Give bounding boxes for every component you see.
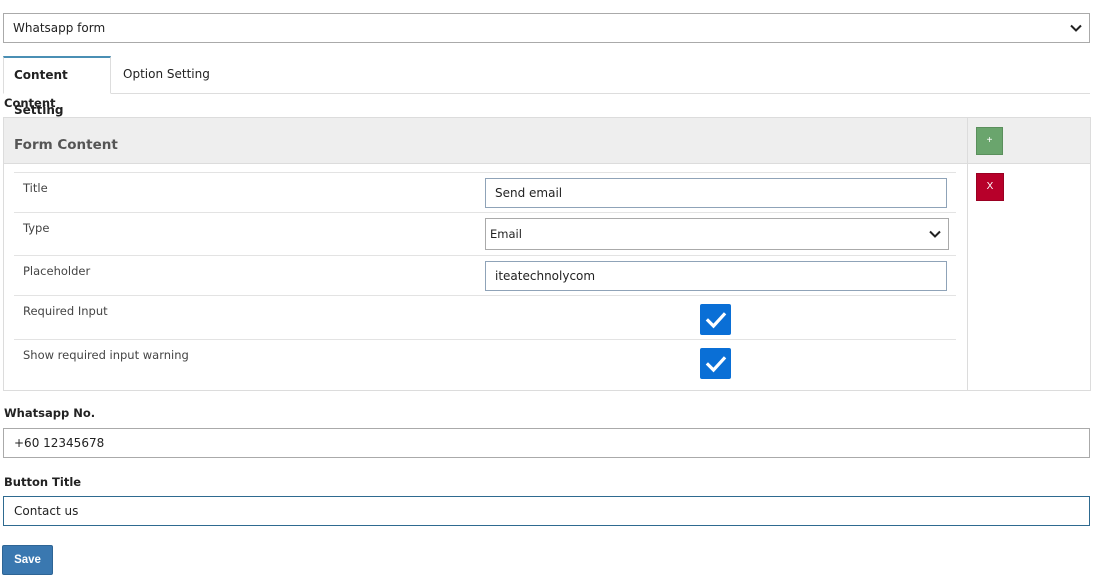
button-title-label: Button Title bbox=[4, 475, 82, 489]
form-select-value: Whatsapp form bbox=[13, 21, 106, 35]
required-input-label: Required Input bbox=[23, 304, 108, 318]
show-warning-label: Show required input warning bbox=[23, 348, 189, 362]
field-row-show-warning: Show required input warning bbox=[14, 339, 956, 383]
form-content-panel: Form Content + X Title Send email Type E… bbox=[3, 117, 1091, 391]
check-icon bbox=[705, 355, 726, 372]
show-warning-checkbox[interactable] bbox=[700, 348, 731, 379]
tab-option-setting[interactable]: Option Setting bbox=[113, 56, 220, 94]
placeholder-input[interactable]: iteatechnolycom bbox=[485, 261, 947, 291]
form-select[interactable]: Whatsapp form bbox=[3, 13, 1090, 43]
field-row-required-input: Required Input bbox=[14, 295, 956, 339]
field-row-title: Title Send email bbox=[14, 172, 956, 212]
required-input-checkbox[interactable] bbox=[700, 304, 731, 335]
title-input[interactable]: Send email bbox=[485, 178, 947, 208]
type-select-value: Email bbox=[490, 227, 522, 241]
add-field-button[interactable]: + bbox=[976, 127, 1003, 155]
chevron-down-icon bbox=[1070, 24, 1082, 32]
form-content-header: Form Content bbox=[4, 118, 967, 164]
whatsapp-label: Whatsapp No. bbox=[4, 406, 96, 420]
content-section-label: Content bbox=[4, 96, 56, 110]
delete-field-button[interactable]: X bbox=[976, 173, 1004, 201]
placeholder-label: Placeholder bbox=[23, 264, 91, 278]
save-button[interactable]: Save bbox=[2, 545, 53, 575]
type-select[interactable]: Email bbox=[485, 218, 949, 250]
button-title-input[interactable]: Contact us bbox=[3, 496, 1090, 526]
chevron-down-icon bbox=[929, 230, 941, 238]
field-row-type: Type Email bbox=[14, 212, 956, 255]
tab-content-setting[interactable]: Content Setting bbox=[3, 56, 111, 117]
type-label: Type bbox=[23, 221, 50, 235]
check-icon bbox=[705, 311, 726, 328]
title-label: Title bbox=[23, 181, 48, 195]
field-row-placeholder: Placeholder iteatechnolycom bbox=[14, 255, 956, 295]
settings-tabs: Content Setting Option Setting bbox=[3, 56, 1090, 117]
whatsapp-input[interactable]: +60 12345678 bbox=[3, 428, 1090, 458]
